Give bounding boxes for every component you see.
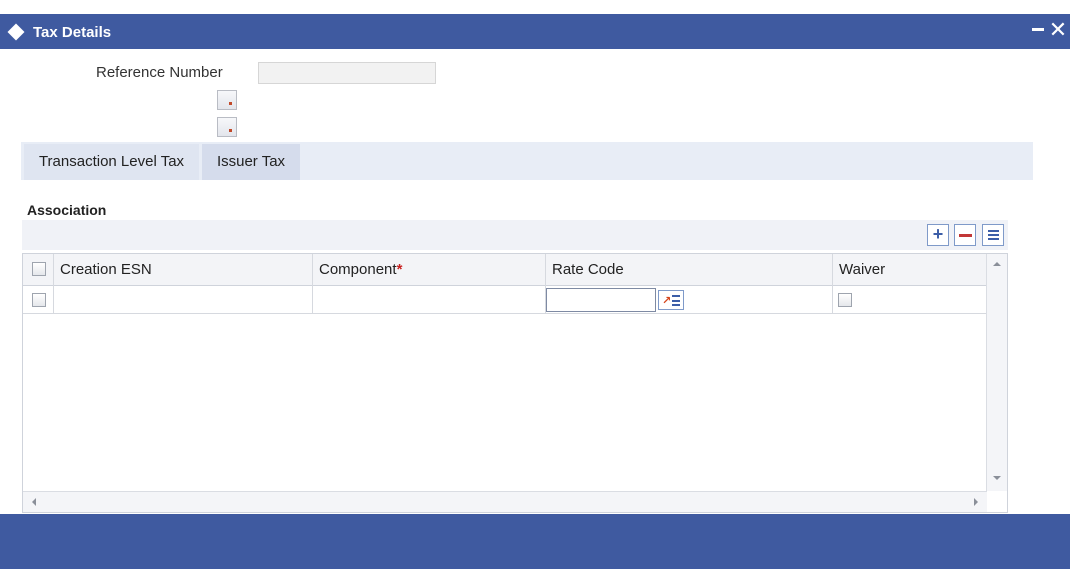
delete-row-button[interactable] <box>954 224 976 246</box>
select-all-checkbox[interactable] <box>32 262 46 276</box>
list-view-icon <box>988 230 999 240</box>
rate-code-input[interactable] <box>546 288 656 312</box>
grid-header: Creation ESN Component* Rate Code Waiver <box>23 254 987 286</box>
creation-esn-cell[interactable] <box>54 286 313 314</box>
association-grid: Creation ESN Component* Rate Code Waiver… <box>22 253 1008 513</box>
waiver-cell <box>833 286 987 314</box>
association-toolbar <box>22 220 1008 250</box>
waiver-checkbox[interactable] <box>838 293 852 307</box>
tax-details-window: Tax Details ✕ Reference Number Transacti… <box>0 0 1070 569</box>
tab-transaction-level-tax[interactable]: Transaction Level Tax <box>24 144 199 180</box>
required-asterisk: * <box>396 261 403 278</box>
column-header-waiver: Waiver <box>839 261 886 278</box>
lov-list-icon <box>672 295 680 306</box>
rate-code-lov-button[interactable]: ↗ <box>658 290 684 310</box>
reference-number-label: Reference Number <box>96 64 223 81</box>
title-bar: Tax Details ✕ <box>0 14 1070 49</box>
window-title: Tax Details <box>33 24 112 41</box>
component-header-label: Component <box>319 261 397 278</box>
row-select-checkbox[interactable] <box>32 293 46 307</box>
rate-code-cell: ↗ <box>546 286 833 314</box>
lov-arrow-icon: ↗ <box>662 295 672 307</box>
column-header-component: Component* <box>313 254 546 286</box>
add-row-button[interactable]: + <box>927 224 949 246</box>
reference-number-input[interactable] <box>258 62 436 84</box>
column-header-rate-code: Rate Code <box>546 254 833 286</box>
component-cell[interactable] <box>313 286 546 314</box>
tab-bar: Transaction Level Tax Issuer Tax <box>21 142 1033 180</box>
window-diamond-icon <box>7 23 25 41</box>
minimize-icon[interactable] <box>1032 28 1044 31</box>
table-row: ↗ <box>23 286 987 314</box>
single-view-button[interactable] <box>982 224 1004 246</box>
scroll-up-icon[interactable] <box>993 262 1001 266</box>
document-icon[interactable] <box>217 117 237 137</box>
document-icon[interactable] <box>217 90 237 110</box>
header-select-cell <box>23 254 54 286</box>
vertical-scrollbar[interactable] <box>986 254 1007 491</box>
scroll-left-icon[interactable] <box>32 498 36 506</box>
association-section-title: Association <box>27 202 107 218</box>
horizontal-scrollbar[interactable] <box>23 491 987 512</box>
scroll-down-icon[interactable] <box>993 476 1001 480</box>
footer-bar <box>0 514 1070 569</box>
column-header-creation-esn: Creation ESN <box>54 254 313 286</box>
scroll-right-icon[interactable] <box>974 498 978 506</box>
minus-icon <box>959 234 972 237</box>
tab-issuer-tax[interactable]: Issuer Tax <box>202 144 300 180</box>
close-icon[interactable]: ✕ <box>1048 19 1068 41</box>
row-select-cell <box>23 286 54 314</box>
